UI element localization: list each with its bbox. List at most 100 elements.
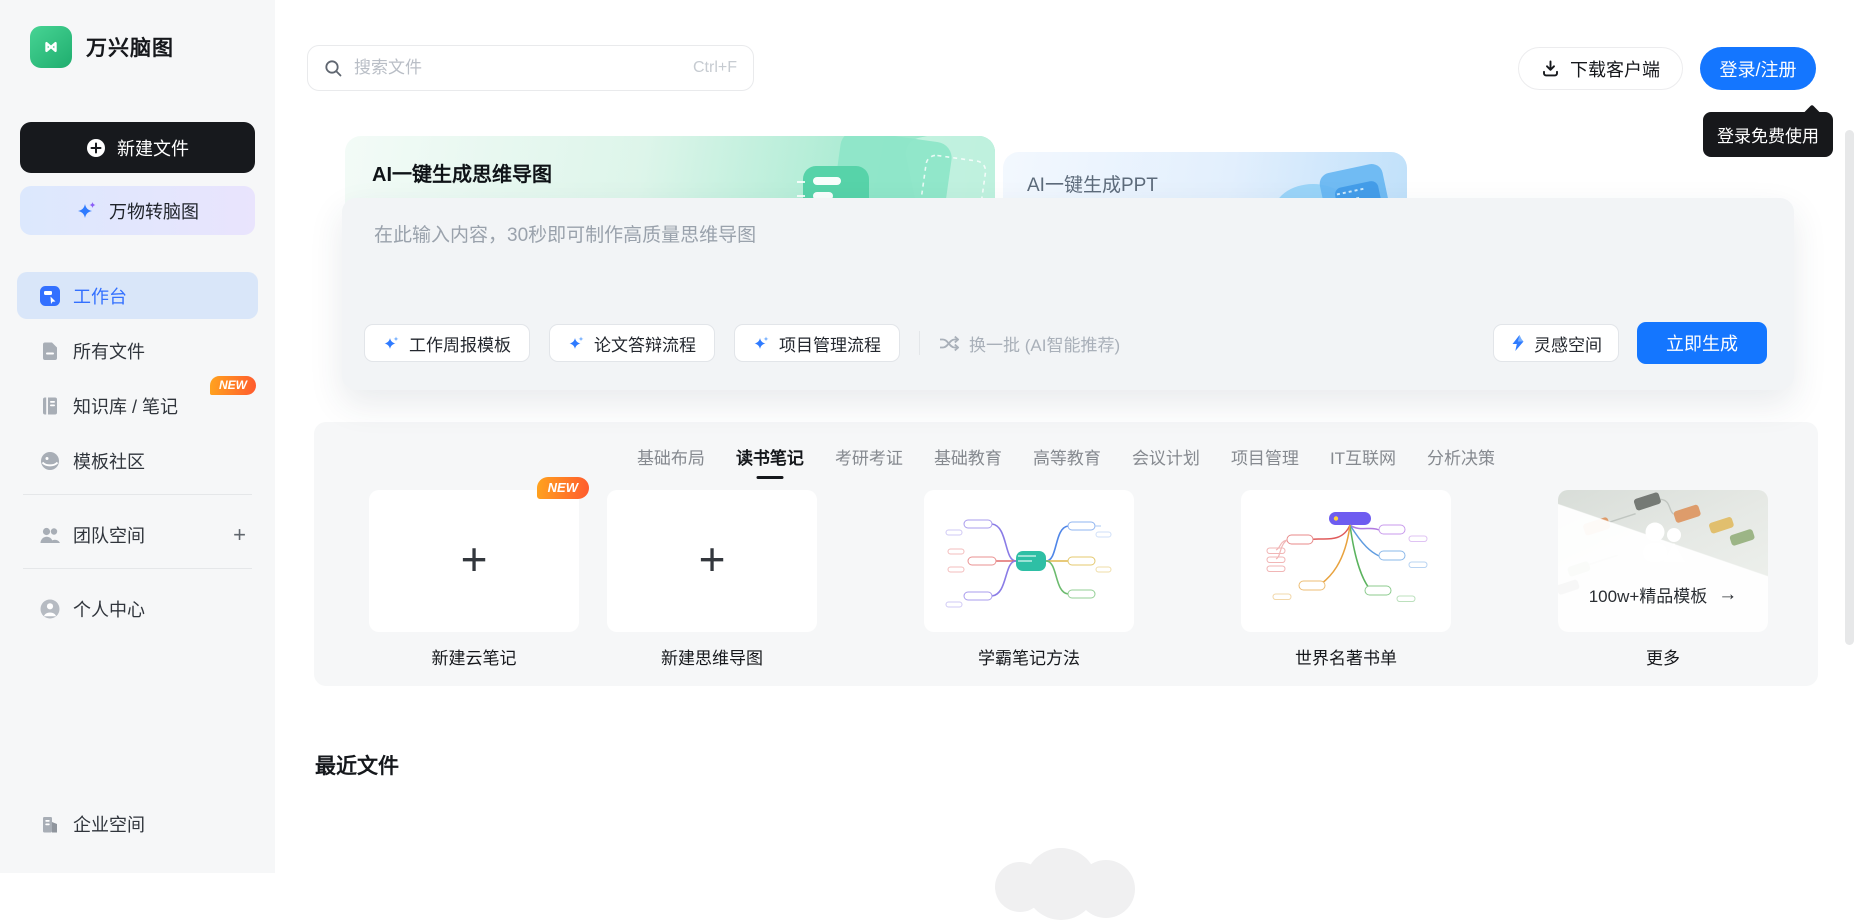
sidebar-item-label: 个人中心 xyxy=(73,599,145,620)
card-study-notes-box[interactable] xyxy=(924,490,1134,632)
prompt-chip-label: 项目管理流程 xyxy=(779,335,881,355)
tab-reading-notes[interactable]: 读书笔记 xyxy=(736,444,804,479)
generate-now-button[interactable]: 立即生成 xyxy=(1637,322,1767,364)
ai-ppt-banner-title: AI一键生成PPT xyxy=(1027,175,1158,196)
more-templates-label: 100w+精品模板 xyxy=(1588,587,1708,606)
recent-files-title: 最近文件 xyxy=(315,755,399,778)
sidebar-divider xyxy=(23,494,252,495)
sidebar-item-team-space[interactable]: 团队空间 + xyxy=(17,511,258,558)
plus-icon: + xyxy=(460,533,488,585)
search-box[interactable]: Ctrl+F xyxy=(307,45,754,91)
mindmap-preview-image xyxy=(1266,512,1428,602)
card-label: 新建思维导图 xyxy=(661,649,763,668)
login-tooltip: 登录免费使用 xyxy=(1703,112,1833,157)
tab-analysis-decision[interactable]: 分析决策 xyxy=(1427,444,1495,479)
search-icon xyxy=(325,59,342,76)
plus-circle-icon xyxy=(87,138,105,157)
tab-exam-certification[interactable]: 考研考证 xyxy=(835,444,903,479)
building-icon xyxy=(43,816,57,832)
card-new-mindmap[interactable]: + 新建思维导图 xyxy=(607,490,817,669)
card-more-templates[interactable]: 100w+精品模板 → 更多 xyxy=(1558,490,1768,669)
brand-logo-icon xyxy=(30,26,72,68)
tab-higher-education[interactable]: 高等教育 xyxy=(1033,444,1101,479)
card-new-cloud-note-box[interactable]: NEW + xyxy=(369,477,589,632)
ai-mindmap-banner-title: AI一键生成思维导图 xyxy=(372,164,552,186)
sparkle-icon xyxy=(384,336,399,349)
app-title: 万兴脑图 xyxy=(86,37,174,60)
generate-now-label: 立即生成 xyxy=(1666,334,1738,354)
sidebar-item-template-community[interactable]: 模板社区 xyxy=(17,437,258,484)
card-label: 世界名著书单 xyxy=(1295,649,1397,668)
template-cards-row: NEW + 新建云笔记 + 新建思维导图 学霸笔记方法 世界名著书单 100w+… xyxy=(369,477,1768,669)
new-badge: NEW xyxy=(536,477,589,499)
login-tooltip-text: 登录免费使用 xyxy=(1717,127,1819,146)
notes-icon xyxy=(43,397,57,414)
download-client-label: 下载客户端 xyxy=(1570,59,1660,80)
download-icon xyxy=(1543,60,1558,77)
workbench-icon xyxy=(40,285,60,306)
mindmap-preview-image xyxy=(945,519,1112,608)
card-world-classics-template[interactable]: 世界名著书单 xyxy=(1241,490,1451,669)
chips-separator xyxy=(919,331,920,355)
sidebar-enterprise: 企业空间 xyxy=(17,800,258,855)
sidebar-item-label: 企业空间 xyxy=(73,814,145,835)
prompt-chips-row: 工作周报模板 论文答辩流程 项目管理流程 换一批 (AI智能推荐) xyxy=(364,324,1120,362)
sidebar-item-label: 工作台 xyxy=(73,286,127,307)
tab-basic-education[interactable]: 基础教育 xyxy=(934,444,1002,479)
card-more-templates-box[interactable]: 100w+精品模板 → xyxy=(1558,490,1768,632)
empty-state-cloud-illustration xyxy=(995,845,1145,920)
ai-convert-button[interactable]: 万物转脑图 xyxy=(20,186,255,235)
sidebar-item-all-files[interactable]: 所有文件 xyxy=(17,327,258,374)
prompt-chip-project-management[interactable]: 项目管理流程 xyxy=(734,324,900,362)
card-new-cloud-note[interactable]: NEW + 新建云笔记 xyxy=(369,477,589,669)
app-logo: 万兴脑图 xyxy=(30,26,174,68)
login-register-button[interactable]: 登录/注册 xyxy=(1700,47,1816,90)
sidebar-item-personal-center[interactable]: 个人中心 xyxy=(17,585,258,632)
prompt-chip-weekly-report[interactable]: 工作周报模板 xyxy=(364,324,530,362)
ai-convert-label: 万物转脑图 xyxy=(109,201,199,222)
search-shortcut-hint: Ctrl+F xyxy=(693,59,737,76)
people-icon xyxy=(1643,522,1685,562)
download-client-button[interactable]: 下载客户端 xyxy=(1518,47,1683,90)
sidebar-item-label: 知识库 / 笔记 xyxy=(73,396,179,417)
inspiration-space-button[interactable]: 灵感空间 xyxy=(1493,324,1619,362)
lightning-icon xyxy=(1512,335,1524,351)
panel-actions: 灵感空间 立即生成 xyxy=(1493,322,1767,364)
refresh-suggestions-label: 换一批 (AI智能推荐) xyxy=(969,335,1121,355)
card-new-mindmap-box[interactable]: + xyxy=(607,490,817,632)
ai-content-input[interactable] xyxy=(374,220,1374,316)
card-world-classics-box[interactable] xyxy=(1241,490,1451,632)
tab-project-management[interactable]: 项目管理 xyxy=(1231,444,1299,479)
card-label: 更多 xyxy=(1646,649,1680,668)
more-templates-link[interactable]: 100w+精品模板 → xyxy=(1558,582,1768,607)
sidebar-divider xyxy=(23,568,252,569)
new-file-label: 新建文件 xyxy=(117,138,189,159)
sidebar-item-label: 团队空间 xyxy=(73,525,145,546)
team-icon xyxy=(40,527,60,543)
sparkle-icon xyxy=(754,336,769,349)
add-team-space-button[interactable]: + xyxy=(233,523,246,546)
sidebar-item-enterprise-space[interactable]: 企业空间 xyxy=(17,800,258,847)
plus-icon: + xyxy=(698,533,726,585)
prompt-chip-label: 工作周报模板 xyxy=(409,335,511,355)
card-label: 新建云笔记 xyxy=(431,649,517,668)
card-study-notes-template[interactable]: 学霸笔记方法 xyxy=(924,490,1134,669)
sparkle-icon xyxy=(569,336,584,349)
sparkle-icon xyxy=(78,201,96,218)
refresh-suggestions-button[interactable]: 换一批 (AI智能推荐) xyxy=(939,331,1120,356)
sidebar-item-knowledge-notes[interactable]: 知识库 / 笔记 NEW xyxy=(17,376,258,429)
prompt-chip-label: 论文答辩流程 xyxy=(594,335,696,355)
shuffle-icon xyxy=(940,335,960,351)
community-icon xyxy=(41,451,59,470)
tab-it-internet[interactable]: IT互联网 xyxy=(1330,444,1396,479)
prompt-chip-thesis-defense[interactable]: 论文答辩流程 xyxy=(549,324,715,362)
new-file-button[interactable]: 新建文件 xyxy=(20,122,255,173)
sidebar-item-workbench[interactable]: 工作台 xyxy=(17,272,258,319)
card-label: 学霸笔记方法 xyxy=(978,649,1080,668)
vertical-scrollbar[interactable] xyxy=(1845,130,1854,645)
sidebar-item-label: 模板社区 xyxy=(73,451,145,472)
search-input[interactable] xyxy=(354,58,682,78)
tab-meeting-plan[interactable]: 会议计划 xyxy=(1132,444,1200,479)
tab-basic-layout[interactable]: 基础布局 xyxy=(637,444,705,479)
login-register-label: 登录/注册 xyxy=(1719,59,1797,80)
